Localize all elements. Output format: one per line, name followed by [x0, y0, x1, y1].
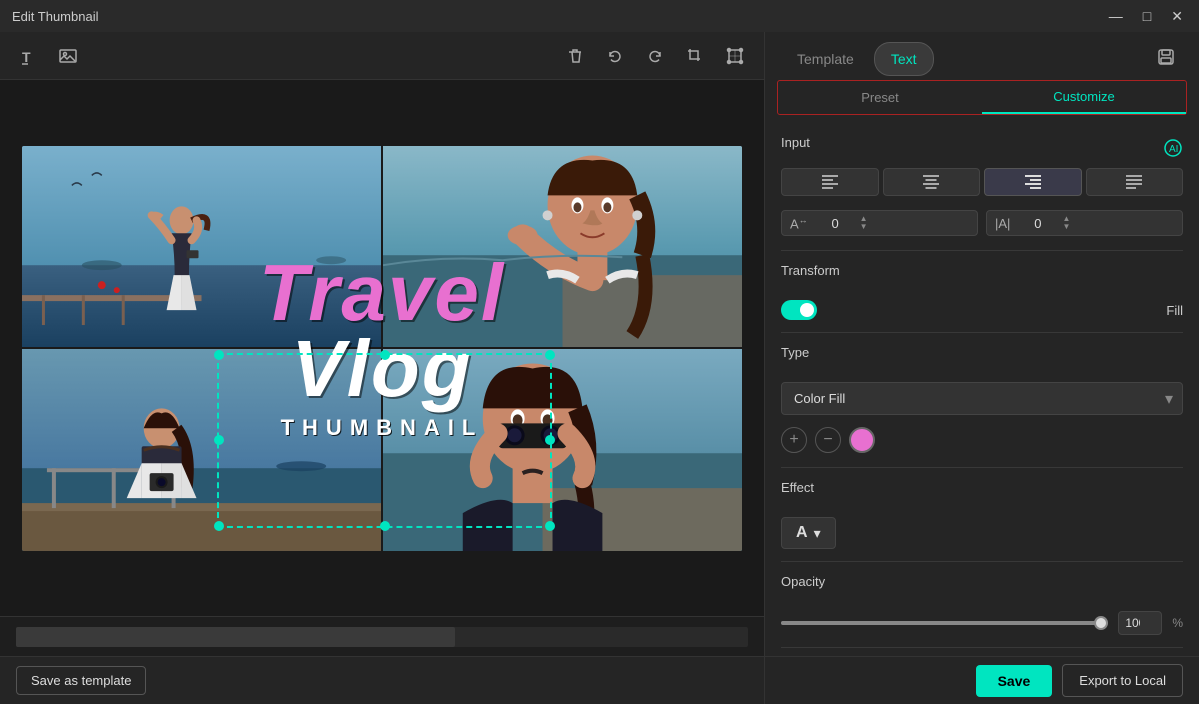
title-bar: Edit Thumbnail — □ ✕ — [0, 0, 1199, 32]
redo-button[interactable] — [642, 43, 668, 69]
type-label: Type — [781, 345, 809, 360]
sub-tab-customize[interactable]: Customize — [982, 81, 1186, 114]
effect-label-row: Effect — [781, 480, 1183, 505]
opacity-slider-fill — [781, 621, 1108, 625]
canvas-area[interactable]: Travel Vlog THUMBNAIL — [0, 80, 764, 616]
fill-row: Fill — [781, 300, 1183, 320]
ai-button[interactable]: AI — [1163, 138, 1183, 158]
effect-label: Effect — [781, 480, 814, 495]
color-row: + − — [781, 427, 1183, 453]
alignment-group — [781, 168, 1183, 196]
line-height-group: |A| 0 ▲ ▼ — [986, 210, 1183, 236]
save-button[interactable]: Save — [976, 665, 1053, 697]
type-dropdown[interactable]: Color Fill Gradient Fill None — [781, 382, 1183, 415]
add-color-button[interactable]: + — [781, 427, 807, 453]
divider-4 — [781, 561, 1183, 562]
sub-tab-preset[interactable]: Preset — [778, 81, 982, 114]
divider-3 — [781, 467, 1183, 468]
left-panel: T — [0, 32, 764, 704]
transform-label: Transform — [781, 263, 840, 278]
photo-top-right — [383, 146, 742, 348]
toolbar-actions — [562, 43, 748, 69]
minimize-button[interactable]: — — [1105, 6, 1127, 27]
right-panel: Template Text Preset Customize — [764, 32, 1199, 704]
align-center-button[interactable] — [883, 168, 981, 196]
canvas-wrapper[interactable]: Travel Vlog THUMBNAIL — [22, 146, 742, 551]
window-title: Edit Thumbnail — [12, 9, 98, 24]
tab-text[interactable]: Text — [874, 42, 934, 76]
input-label: Input — [781, 135, 810, 150]
tab-template[interactable]: Template — [781, 43, 870, 75]
delete-button[interactable] — [562, 43, 588, 69]
text-tool-button[interactable]: T — [16, 42, 44, 70]
top-tabs: Template Text — [765, 32, 1199, 76]
divider-1 — [781, 250, 1183, 251]
color-swatch[interactable] — [849, 427, 875, 453]
timeline-area — [0, 616, 764, 656]
opacity-slider-track[interactable] — [781, 621, 1108, 625]
toolbar-tools: T — [16, 42, 82, 70]
effect-row: A ▾ — [781, 517, 1183, 549]
right-panel-content: Input AI — [765, 119, 1199, 656]
effect-current-value: A — [796, 524, 808, 542]
opacity-slider-thumb[interactable] — [1094, 616, 1108, 630]
photo-bot-right — [383, 349, 742, 551]
export-button[interactable]: Export to Local — [1062, 664, 1183, 697]
spacing-row: A↔ 0 ▲ ▼ |A| 0 ▲ ▼ — [781, 210, 1183, 236]
letter-spacing-group: A↔ 0 ▲ ▼ — [781, 210, 978, 236]
close-button[interactable]: ✕ — [1167, 6, 1187, 27]
timeline-bar[interactable] — [16, 627, 748, 647]
sub-tabs-container: Preset Customize — [765, 76, 1199, 119]
undo-button[interactable] — [602, 43, 628, 69]
sub-tabs-bordered: Preset Customize — [777, 80, 1187, 115]
opacity-unit: % — [1172, 616, 1183, 630]
input-section: Input AI — [781, 135, 1183, 160]
align-left-button[interactable] — [781, 168, 879, 196]
opacity-value-input[interactable]: 100 — [1118, 611, 1162, 635]
window-controls: — □ ✕ — [1105, 6, 1187, 27]
align-justify-button[interactable] — [1086, 168, 1184, 196]
save-template-button[interactable]: Save as template — [16, 666, 146, 695]
transform-button[interactable] — [722, 43, 748, 69]
letter-spacing-input[interactable]: 0 — [814, 216, 854, 231]
fill-toggle[interactable] — [781, 300, 817, 320]
effect-dropdown-arrow: ▾ — [814, 525, 821, 542]
type-label-row: Type — [781, 345, 1183, 370]
photo-bot-left — [22, 349, 381, 551]
main-layout: T — [0, 32, 1199, 704]
input-label-row: Input AI — [781, 135, 1183, 160]
bottom-bar-right: Save Export to Local — [765, 656, 1199, 704]
divider-2 — [781, 332, 1183, 333]
toolbar: T — [0, 32, 764, 80]
line-height-label: |A| — [995, 216, 1010, 231]
svg-text:AI: AI — [1169, 144, 1178, 155]
photo-top-left — [22, 146, 381, 348]
opacity-slider-row: 100 % — [781, 611, 1183, 635]
divider-5 — [781, 647, 1183, 648]
fill-label: Fill — [1166, 303, 1183, 318]
letter-spacing-down[interactable]: ▼ — [860, 223, 868, 231]
letter-spacing-label: A↔ — [790, 215, 808, 231]
type-dropdown-wrapper: Color Fill Gradient Fill None — [781, 382, 1183, 415]
line-height-spinners: ▲ ▼ — [1062, 215, 1070, 231]
maximize-button[interactable]: □ — [1139, 6, 1155, 27]
crop-button[interactable] — [682, 43, 708, 69]
remove-color-button[interactable]: − — [815, 427, 841, 453]
opacity-label-row: Opacity — [781, 574, 1183, 599]
bottom-bar-left: Save as template — [0, 656, 764, 704]
opacity-label: Opacity — [781, 574, 825, 589]
timeline-fill — [16, 627, 455, 647]
thumbnail-grid — [22, 146, 742, 551]
save-panel-button[interactable] — [1149, 44, 1183, 75]
line-height-down[interactable]: ▼ — [1062, 223, 1070, 231]
effect-dropdown-button[interactable]: A ▾ — [781, 517, 836, 549]
line-height-input[interactable]: 0 — [1016, 216, 1056, 231]
image-tool-button[interactable] — [54, 42, 82, 70]
transform-row: Transform — [781, 263, 1183, 288]
svg-text:T: T — [22, 49, 31, 65]
letter-spacing-spinners: ▲ ▼ — [860, 215, 868, 231]
align-right-button[interactable] — [984, 168, 1082, 196]
